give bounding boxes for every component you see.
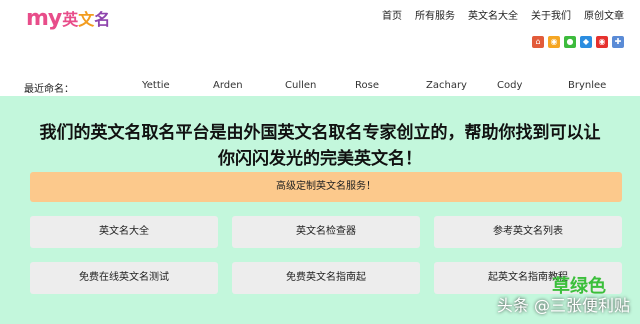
card-free-test[interactable]: 免费在线英文名测试 (30, 262, 218, 294)
nav-articles[interactable]: 原创文章 (584, 10, 624, 24)
recent-name[interactable]: Arden (213, 80, 243, 91)
recent-names-label: 最近命名： (24, 84, 74, 95)
recent-names-bar: 最近命名： Yettie Arden Cullen Rose Zachary C… (0, 76, 640, 96)
wechat-icon[interactable]: ● (564, 36, 576, 48)
card-name-checker[interactable]: 英文名检查器 (232, 216, 420, 248)
hero-section: 我们的英文名取名平台是由外国英文名取名专家创立的，帮助你找到可以让 你闪闪发光的… (0, 96, 640, 324)
main-nav: 首页 所有服务 英文名大全 关于我们 原创文章 (369, 10, 624, 24)
nav-about[interactable]: 关于我们 (531, 10, 571, 24)
card-name-list[interactable]: 英文名大全 (30, 216, 218, 248)
recent-name[interactable]: Zachary (426, 80, 467, 91)
hero-headline: 我们的英文名取名平台是由外国英文名取名专家创立的，帮助你找到可以让 你闪闪发光的… (39, 123, 601, 169)
recent-name[interactable]: Brynlee (568, 80, 606, 91)
logo-chinese: 英文名 (62, 10, 111, 29)
nav-name-list[interactable]: 英文名大全 (468, 10, 518, 24)
social-icons: ⌂ ◉ ● ◆ ◉ ✚ (532, 36, 624, 48)
recent-name[interactable]: Cullen (285, 80, 316, 91)
logo-latin: my (26, 6, 62, 31)
card-reference-list[interactable]: 参考英文名列表 (434, 216, 622, 248)
recent-name[interactable]: Yettie (142, 80, 170, 91)
site-header: my 英文名 首页 所有服务 英文名大全 关于我们 原创文章 ⌂ ◉ ● ◆ ◉… (0, 0, 640, 76)
premium-service-button[interactable]: 高级定制英文名服务！ (30, 172, 622, 202)
site-logo[interactable]: my 英文名 (26, 6, 110, 30)
watermark: 草绿色 头条 @三张便利贴 (496, 276, 630, 315)
card-free-guide[interactable]: 免费英文名指南起 (232, 262, 420, 294)
weibo-alt-icon[interactable]: ◉ (596, 36, 608, 48)
nav-home[interactable]: 首页 (382, 10, 402, 24)
qq-icon[interactable]: ◆ (580, 36, 592, 48)
nav-all-services[interactable]: 所有服务 (415, 10, 455, 24)
recent-name[interactable]: Cody (497, 80, 522, 91)
weibo-icon[interactable]: ◉ (548, 36, 560, 48)
share-icon[interactable]: ✚ (612, 36, 624, 48)
recent-name[interactable]: Rose (355, 80, 379, 91)
home-icon[interactable]: ⌂ (532, 36, 544, 48)
